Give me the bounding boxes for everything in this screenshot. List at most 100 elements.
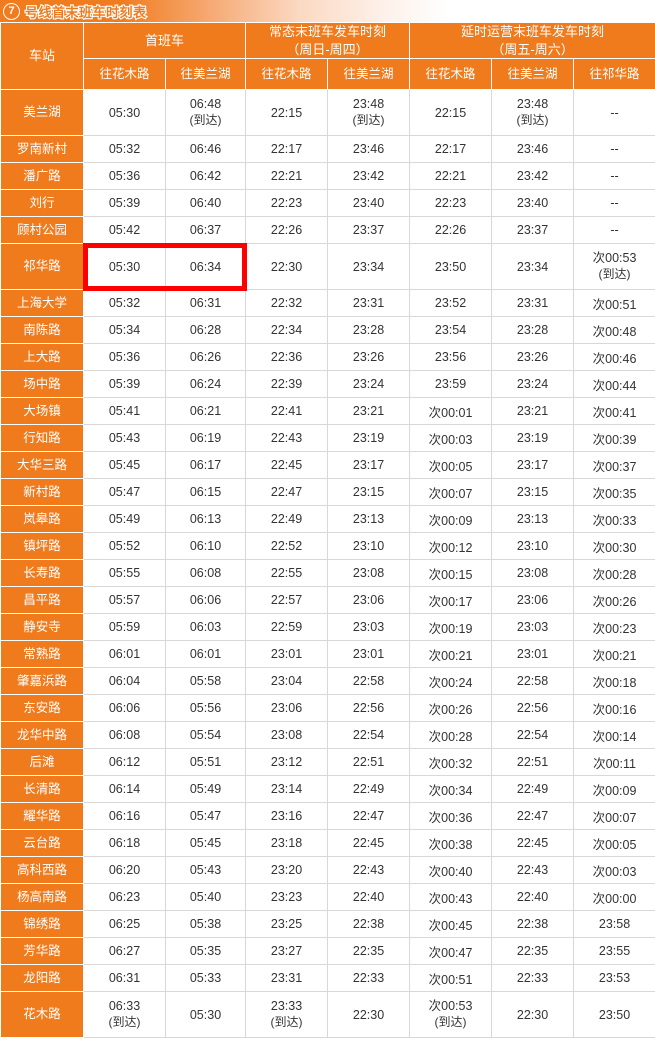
time-cell: 22:47 [328,803,410,830]
table-row: 顾村公园05:4206:3722:2623:3722:2623:37-- [1,217,655,244]
time-cell: 22:33 [492,965,574,992]
time-cell: 23:01 [328,641,410,668]
time-cell: 次00:03 [574,857,655,884]
time-cell: 次00:21 [574,641,655,668]
time-cell: 23:16 [246,803,328,830]
time-cell: 22:52 [246,533,328,560]
table-row: 杨高南路06:2305:4023:2322:40次00:4322:40次00:0… [1,884,655,911]
station-name-cell: 行知路 [1,425,84,452]
time-cell: 06:13 [166,506,246,533]
time-cell: 23:28 [492,317,574,344]
time-cell: 23:26 [492,344,574,371]
station-name-cell: 肇嘉浜路 [1,668,84,695]
station-name-cell: 龙阳路 [1,965,84,992]
time-cell: 06:26 [166,344,246,371]
time-cell: 06:24 [166,371,246,398]
arrival-note: (到达) [574,267,655,282]
time-cell: 次00:28 [410,722,492,749]
time-cell: 05:54 [166,722,246,749]
time-cell: 22:32 [246,290,328,317]
time-cell: 22:39 [246,371,328,398]
table-row: 长寿路05:5506:0822:5523:08次00:1523:08次00:28 [1,560,655,587]
arrival-note: (到达) [328,113,409,128]
time-cell: 23:25 [246,911,328,938]
time-cell: 23:19 [492,425,574,452]
time-cell: 23:33(到达) [246,992,328,1038]
time-cell: 22:38 [492,911,574,938]
time-cell: 05:43 [84,425,166,452]
station-name-cell: 顾村公园 [1,217,84,244]
time-cell: 05:38 [166,911,246,938]
time-cell: 06:08 [84,722,166,749]
time-cell: 次00:01 [410,398,492,425]
table-row: 芳华路06:2705:3523:2722:35次00:4722:3523:55 [1,938,655,965]
time-cell: 05:30 [166,992,246,1038]
time-cell: 05:55 [84,560,166,587]
station-name-cell: 静安寺 [1,614,84,641]
time-value: 23:48 [328,97,409,113]
station-name-cell: 花木路 [1,992,84,1038]
station-name-cell: 芳华路 [1,938,84,965]
time-cell: 06:19 [166,425,246,452]
time-cell: 23:14 [246,776,328,803]
column-header-extended-to-qihualu: 往祁华路 [574,59,655,90]
time-cell: 22:58 [328,668,410,695]
time-cell: 06:27 [84,938,166,965]
table-row: 龙阳路06:3105:3323:3122:33次00:5122:3323:53 [1,965,655,992]
time-cell: 05:47 [84,479,166,506]
station-name-cell: 上大路 [1,344,84,371]
time-cell: 次00:16 [574,695,655,722]
time-cell: 05:51 [166,749,246,776]
time-cell: 22:21 [246,163,328,190]
time-cell: 22:41 [246,398,328,425]
time-cell: 23:42 [328,163,410,190]
time-cell: 23:04 [246,668,328,695]
time-cell: 23:08 [492,560,574,587]
time-cell: 06:31 [166,290,246,317]
time-cell: 23:26 [328,344,410,371]
time-cell: 05:45 [84,452,166,479]
time-cell: 06:31 [84,965,166,992]
time-cell: -- [574,163,655,190]
time-value: 23:33 [246,999,327,1015]
column-group-first-train: 首班车 [84,23,246,59]
time-cell: 次00:07 [410,479,492,506]
time-cell: 23:19 [328,425,410,452]
table-row: 镇坪路05:5206:1022:5223:10次00:1223:10次00:30 [1,533,655,560]
time-cell: 23:03 [328,614,410,641]
time-cell: 23:42 [492,163,574,190]
time-cell: 06:12 [84,749,166,776]
time-cell: 22:59 [246,614,328,641]
time-cell: 次00:09 [410,506,492,533]
time-cell: 23:01 [492,641,574,668]
time-cell: 05:30 [84,90,166,136]
time-cell: 06:08 [166,560,246,587]
time-cell: 06:40 [166,190,246,217]
time-cell: 23:13 [328,506,410,533]
time-value: 次00:53 [410,999,491,1015]
time-cell: 22:17 [246,136,328,163]
time-cell: 05:52 [84,533,166,560]
time-cell: 22:49 [492,776,574,803]
title-bar: 7 号线首末班车时刻表 [0,0,655,22]
time-cell: 次00:14 [574,722,655,749]
time-cell: 22:43 [492,857,574,884]
time-cell: 23:12 [246,749,328,776]
time-cell: 06:18 [84,830,166,857]
time-cell: 次00:36 [410,803,492,830]
time-value: 23:48 [492,97,573,113]
timetable: 车站 首班车 常态末班车发车时刻 （周日-周四） 延时运营末班车发车时刻 （周五… [0,22,655,1038]
station-name-cell: 高科西路 [1,857,84,884]
time-cell: 次00:19 [410,614,492,641]
time-cell: 06:33(到达) [84,992,166,1038]
station-name-cell: 新村路 [1,479,84,506]
time-cell: 次00:12 [410,533,492,560]
time-cell: 次00:40 [410,857,492,884]
time-cell: 22:23 [246,190,328,217]
arrival-note: (到达) [410,1015,491,1030]
arrival-note: (到达) [166,113,245,128]
time-cell: 22:40 [492,884,574,911]
column-group-normal-last-train: 常态末班车发车时刻 （周日-周四） [246,23,410,59]
column-header-extended-to-meilanhu: 往美兰湖 [492,59,574,90]
table-row: 云台路06:1805:4523:1822:45次00:3822:45次00:05 [1,830,655,857]
